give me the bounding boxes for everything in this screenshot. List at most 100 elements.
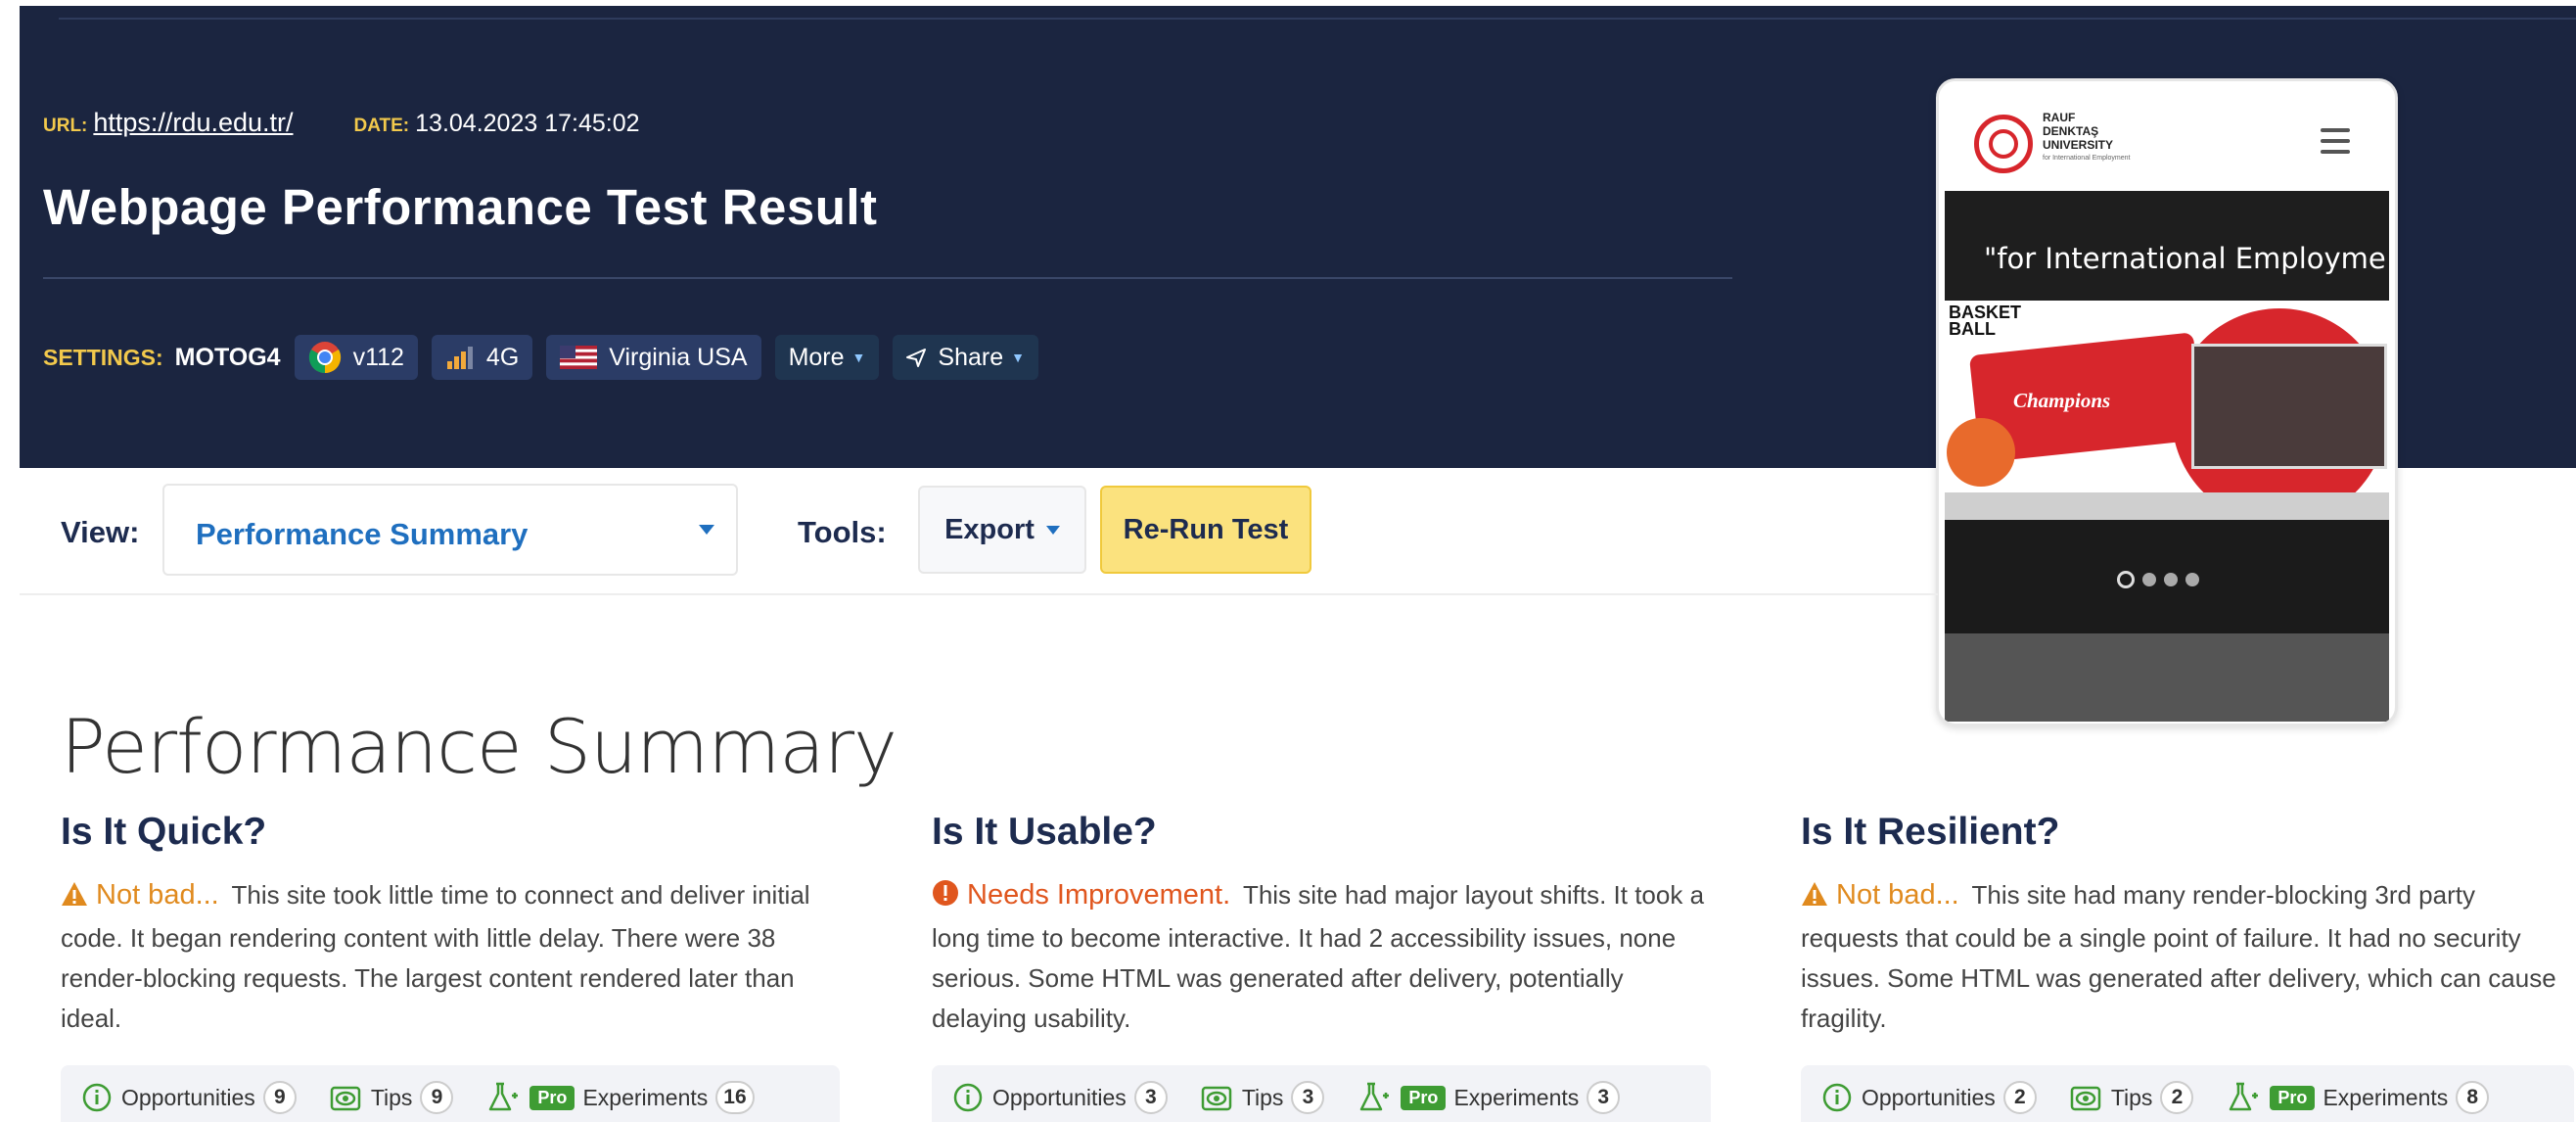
chevron-down-icon: ▼ [1011, 350, 1025, 365]
opportunities-count: 3 [1133, 1081, 1168, 1114]
verdict: Not bad... [1836, 879, 1959, 911]
verdict: Needs Improvement. [967, 879, 1231, 911]
university-brand: RAUF DENKTAŞ UNIVERSITY for Internationa… [2043, 111, 2131, 165]
info-circle-icon [1822, 1083, 1852, 1112]
paper-plane-icon [906, 348, 927, 367]
date-label: DATE: [353, 116, 410, 136]
brand-line-3: UNIVERSITY [2043, 138, 2114, 152]
view-select[interactable]: Performance Summary [162, 484, 738, 576]
tools-label: Tools: [798, 515, 887, 549]
brand-line-1: RAUF [2043, 111, 2076, 124]
experiments-link[interactable]: Pro Experiments 16 [486, 1081, 755, 1114]
opportunities-link[interactable]: Opportunities 2 [1822, 1081, 2037, 1114]
summary-column-usable: Is It Usable? Needs Improvement. This si… [932, 811, 1715, 1122]
browser-version: v112 [352, 343, 404, 371]
metrics-bar: Opportunities 9 Tips 9 Pro Experiments 1… [61, 1065, 840, 1122]
column-description: Not bad... This site had many render-blo… [1801, 875, 2574, 1039]
rerun-test-button[interactable]: Re-Run Test [1100, 486, 1311, 574]
preview-site-header: RAUF DENKTAŞ UNIVERSITY for Internationa… [1939, 81, 2395, 191]
test-date: 13.04.2023 17:45:02 [415, 110, 640, 137]
network-type: 4G [485, 343, 520, 371]
carousel-dot-active [2117, 571, 2135, 588]
column-heading: Is It Resilient? [1801, 811, 2060, 853]
opportunities-count: 9 [262, 1081, 297, 1114]
signal-bars-icon [445, 346, 475, 369]
share-dropdown[interactable]: Share ▼ [893, 335, 1038, 380]
carousel-dot [2185, 573, 2199, 586]
share-label: Share [938, 343, 1004, 371]
column-heading: Is It Quick? [61, 811, 267, 853]
opportunities-link[interactable]: Opportunities 3 [953, 1081, 1168, 1114]
tips-link[interactable]: Tips 9 [330, 1081, 454, 1114]
pro-badge: Pro [529, 1085, 575, 1110]
summary-column-resilient: Is It Resilient? Not bad... This site ha… [1801, 811, 2574, 1122]
toolbar-divider [20, 593, 1938, 595]
basketball-image [1947, 418, 2015, 487]
settings-label: SETTINGS: [43, 344, 163, 370]
tips-count: 9 [420, 1081, 454, 1114]
chevron-down-icon [699, 525, 714, 535]
tips-link[interactable]: Tips 3 [1201, 1081, 1325, 1114]
opportunities-link[interactable]: Opportunities 9 [82, 1081, 297, 1114]
banner-champions: Champions [2013, 389, 2111, 412]
network-chip[interactable]: 4G [431, 335, 533, 380]
chrome-icon [308, 341, 342, 374]
verdict: Not bad... [96, 879, 219, 911]
page-screenshot-preview[interactable]: RAUF DENKTAŞ UNIVERSITY for Internationa… [1936, 78, 2398, 726]
pro-badge: Pro [2270, 1085, 2316, 1110]
brand-sub: for International Employment [2043, 155, 2131, 162]
eye-icon [2070, 1084, 2101, 1111]
test-meta: URL: https://rdu.edu.tr/ DATE: 13.04.202… [43, 108, 640, 138]
column-description: Not bad... This site took little time to… [61, 875, 844, 1039]
experiments-link[interactable]: Pro Experiments 3 [1357, 1081, 1621, 1114]
column-heading: Is It Usable? [932, 811, 1157, 853]
tips-link[interactable]: Tips 2 [2070, 1081, 2194, 1114]
performance-summary-title: Performance Summary [61, 703, 897, 790]
test-location: Virginia USA [609, 343, 748, 371]
flask-icon [1357, 1082, 1391, 1113]
error-circle-icon [932, 878, 959, 918]
university-logo [1974, 115, 2033, 173]
date-group: DATE: 13.04.2023 17:45:02 [354, 110, 640, 138]
export-label: Export [944, 513, 1035, 545]
tips-count: 3 [1291, 1081, 1325, 1114]
summary-column-quick: Is It Quick? Not bad... This site took l… [61, 811, 844, 1122]
export-button[interactable]: Export [918, 486, 1086, 574]
us-flag-icon [560, 346, 598, 369]
url-label: URL: [43, 116, 88, 136]
header-divider [43, 277, 1732, 279]
header-top-rule [59, 18, 2576, 20]
chevron-down-icon [1045, 525, 1060, 535]
browser-chip[interactable]: v112 [294, 335, 418, 380]
basketball-banner: BASKET BALL Champions [1945, 301, 2389, 524]
view-select-value: Performance Summary [196, 517, 529, 551]
experiments-link[interactable]: Pro Experiments 8 [2227, 1081, 2490, 1114]
info-circle-icon [953, 1083, 983, 1112]
banner-heading: BASKET BALL [1949, 303, 2022, 339]
metrics-bar: Opportunities 2 Tips 2 Pro Experiments 8 [1801, 1065, 2574, 1122]
opportunities-count: 2 [2002, 1081, 2037, 1114]
preview-tagline: "for International Employme [1984, 242, 2386, 275]
hamburger-menu-icon [2321, 128, 2350, 154]
team-photo [2191, 344, 2387, 469]
more-dropdown[interactable]: More ▼ [774, 335, 880, 380]
metrics-bar: Opportunities 3 Tips 3 Pro Experiments 3 [932, 1065, 1711, 1122]
carousel-dots [2117, 571, 2199, 588]
test-settings: SETTINGS: MOTOG4 v112 4G Virginia USA Mo… [43, 335, 1052, 380]
brand-line-2: DENKTAŞ [2043, 124, 2099, 138]
tested-url-link[interactable]: https://rdu.edu.tr/ [93, 108, 293, 138]
flask-icon [2227, 1082, 2260, 1113]
experiments-count: 16 [715, 1081, 755, 1114]
location-chip[interactable]: Virginia USA [546, 335, 761, 380]
column-description: Needs Improvement. This site had major l… [932, 875, 1715, 1039]
experiments-count: 3 [1587, 1081, 1621, 1114]
pro-badge: Pro [1401, 1085, 1447, 1110]
page-title: Webpage Performance Test Result [43, 179, 878, 235]
flask-icon [486, 1082, 520, 1113]
eye-icon [330, 1084, 361, 1111]
carousel-dot [2142, 573, 2156, 586]
view-label: View: [61, 515, 140, 549]
info-circle-icon [82, 1083, 112, 1112]
eye-icon [1201, 1084, 1232, 1111]
warning-triangle-icon [61, 878, 88, 918]
